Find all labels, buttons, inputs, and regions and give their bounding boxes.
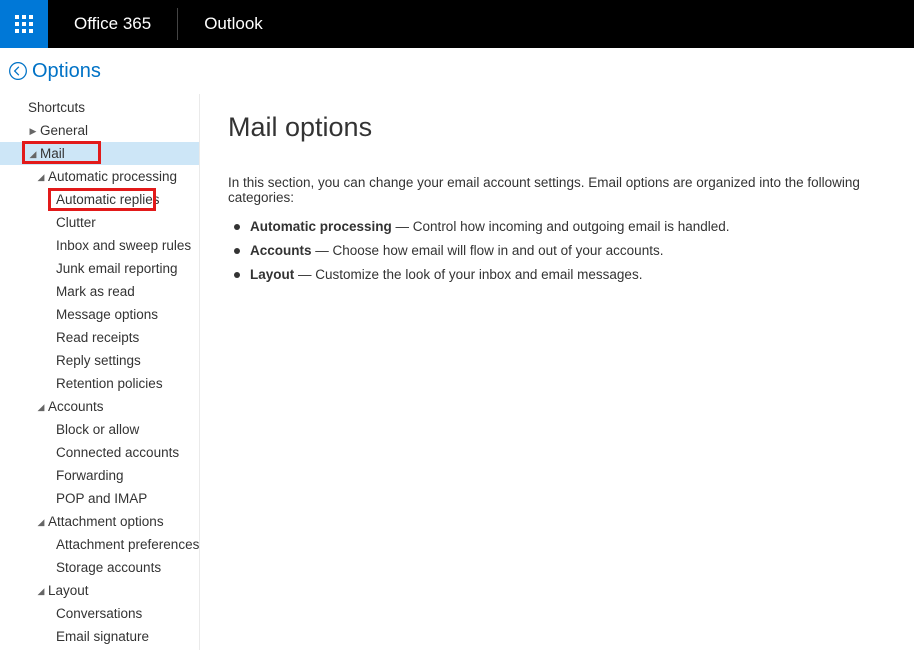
sidebar-group-layout[interactable]: ◢Layout xyxy=(0,579,199,602)
sidebar-item-general[interactable]: ▶General xyxy=(0,119,199,142)
sidebar-group-label: Accounts xyxy=(48,399,104,414)
caret-down-icon: ◢ xyxy=(36,166,46,189)
bullet-accounts: Accounts — Choose how email will flow in… xyxy=(250,239,886,263)
app-name-label: Outlook xyxy=(178,0,289,48)
sidebar-group-accounts[interactable]: ◢Accounts xyxy=(0,395,199,418)
bullet-automatic-processing: Automatic processing — Control how incom… xyxy=(250,215,886,239)
sidebar-item-label: Mail xyxy=(40,146,65,161)
sidebar-item-junk-email-reporting[interactable]: Junk email reporting xyxy=(0,257,199,280)
top-bar: Office 365 Outlook xyxy=(0,0,914,48)
sidebar-item-pop-imap[interactable]: POP and IMAP xyxy=(0,487,199,510)
caret-down-icon: ◢ xyxy=(28,143,38,166)
sidebar-item-block-or-allow[interactable]: Block or allow xyxy=(0,418,199,441)
sidebar-item-mark-as-read[interactable]: Mark as read xyxy=(0,280,199,303)
bullet-layout: Layout — Customize the look of your inbo… xyxy=(250,263,886,287)
page-title[interactable]: Options xyxy=(32,60,101,83)
sidebar-item-attachment-preferences[interactable]: Attachment preferences xyxy=(0,533,199,556)
sidebar-group-attachment-options[interactable]: ◢Attachment options xyxy=(0,510,199,533)
sidebar-item-inbox-sweep-rules[interactable]: Inbox and sweep rules xyxy=(0,234,199,257)
sidebar-item-mail[interactable]: ◢Mail xyxy=(0,142,199,165)
bullet-dash: — xyxy=(294,267,315,282)
content-intro: In this section, you can change your ema… xyxy=(228,175,886,205)
sidebar-group-label: Automatic processing xyxy=(48,169,177,184)
sidebar-item-email-signature[interactable]: Email signature xyxy=(0,625,199,648)
caret-down-icon: ◢ xyxy=(36,511,46,534)
sidebar-item-connected-accounts[interactable]: Connected accounts xyxy=(0,441,199,464)
sidebar-item-label: General xyxy=(40,123,88,138)
bullet-strong: Automatic processing xyxy=(250,219,392,234)
sidebar-group-automatic-processing[interactable]: ◢Automatic processing xyxy=(0,165,199,188)
bullet-strong: Layout xyxy=(250,267,294,282)
caret-down-icon: ◢ xyxy=(36,580,46,603)
sidebar-item-reply-settings[interactable]: Reply settings xyxy=(0,349,199,372)
bullet-rest: Customize the look of your inbox and ema… xyxy=(315,267,642,282)
sidebar-item-storage-accounts[interactable]: Storage accounts xyxy=(0,556,199,579)
bullet-rest: Control how incoming and outgoing email … xyxy=(413,219,730,234)
caret-right-icon: ▶ xyxy=(28,120,38,143)
breadcrumb: Options xyxy=(0,48,914,94)
caret-down-icon: ◢ xyxy=(36,396,46,419)
sidebar-item-message-options[interactable]: Message options xyxy=(0,303,199,326)
sidebar-item-conversations[interactable]: Conversations xyxy=(0,602,199,625)
sidebar-item-read-receipts[interactable]: Read receipts xyxy=(0,326,199,349)
sidebar-group-label: Attachment options xyxy=(48,514,164,529)
back-button[interactable] xyxy=(6,59,30,83)
waffle-icon xyxy=(15,15,33,33)
sidebar-item-forwarding[interactable]: Forwarding xyxy=(0,464,199,487)
sidebar-item-clutter[interactable]: Clutter xyxy=(0,211,199,234)
brand-label[interactable]: Office 365 xyxy=(48,0,177,48)
bullet-rest: Choose how email will flow in and out of… xyxy=(333,243,664,258)
bullet-strong: Accounts xyxy=(250,243,312,258)
options-sidebar: Shortcuts ▶General ◢Mail ◢Automatic proc… xyxy=(0,94,200,650)
content-heading: Mail options xyxy=(228,112,886,143)
back-arrow-icon xyxy=(8,61,28,81)
sidebar-item-retention-policies[interactable]: Retention policies xyxy=(0,372,199,395)
bullet-dash: — xyxy=(392,219,413,234)
app-launcher-button[interactable] xyxy=(0,0,48,48)
sidebar-group-label: Layout xyxy=(48,583,89,598)
sidebar-item-automatic-replies[interactable]: Automatic replies xyxy=(0,188,199,211)
content-pane: Mail options In this section, you can ch… xyxy=(200,94,914,650)
bullet-dash: — xyxy=(312,243,333,258)
sidebar-shortcuts-heading: Shortcuts xyxy=(0,96,199,119)
content-bullets: Automatic processing — Control how incom… xyxy=(228,215,886,287)
